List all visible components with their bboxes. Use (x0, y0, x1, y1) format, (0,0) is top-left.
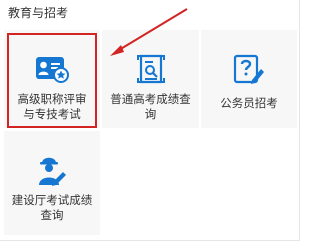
tile-civil-servant-recruitment[interactable]: 公务员招考 (201, 30, 297, 128)
worker-pencil-icon (36, 153, 68, 191)
document-search-icon (136, 54, 166, 88)
tile-gaokao-score-query[interactable]: 普通高考成绩查询 (102, 30, 199, 128)
tile-label: 高级职称评审与专技考试 (17, 92, 87, 121)
tile-label: 公务员招考 (220, 96, 278, 110)
question-pencil-icon (233, 54, 265, 90)
tile-construction-dept-score-query[interactable]: 建设厅考试成绩查询 (4, 131, 100, 235)
section-title: 教育与招考 (8, 6, 69, 20)
certificate-id-icon (35, 54, 69, 88)
tile-label: 普通高考成绩查询 (110, 92, 191, 121)
tile-senior-title-review[interactable]: 高级职称评审与专技考试 (4, 30, 100, 128)
tile-label: 建设厅考试成绩查询 (11, 193, 93, 222)
